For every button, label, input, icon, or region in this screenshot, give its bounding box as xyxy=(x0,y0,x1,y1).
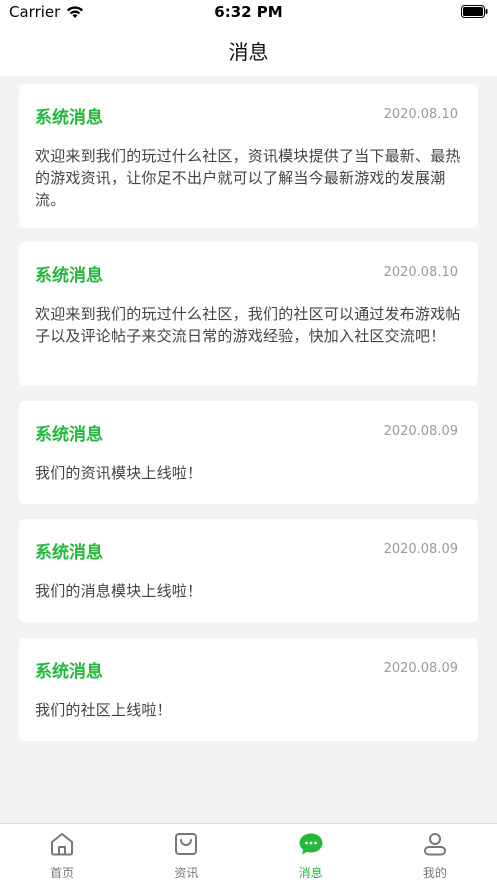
tab-bar: 首页 资讯 消息 我的 xyxy=(0,823,497,884)
tab-news[interactable]: 资讯 xyxy=(124,824,248,884)
message-list[interactable]: 系统消息 2020.08.10 欢迎来到我们的玩过什么社区，资讯模块提供了当下最… xyxy=(0,76,497,823)
navigation-bar: 消息 xyxy=(0,26,497,76)
message-body: 我们的消息模块上线啦！ xyxy=(35,582,203,600)
message-card[interactable]: 系统消息 2020.08.09 我们的资讯模块上线啦！ xyxy=(19,401,478,504)
message-body: 欢迎来到我们的玩过什么社区，我们的社区可以通过发布游戏帖子以及评论帖子来交流日常… xyxy=(35,305,461,345)
tab-label: 消息 xyxy=(298,866,323,880)
news-bag-icon xyxy=(175,833,198,855)
message-body: 欢迎来到我们的玩过什么社区，资讯模块提供了当下最新、最热的游戏资讯，让你足不出户… xyxy=(35,147,461,209)
message-card[interactable]: 系统消息 2020.08.09 我们的社区上线啦！ xyxy=(19,638,478,741)
home-icon xyxy=(51,833,74,856)
status-bar: Carrier 6:32 PM xyxy=(0,0,497,26)
profile-icon xyxy=(423,833,446,856)
page-title: 消息 xyxy=(228,40,269,64)
status-time: 6:32 PM xyxy=(214,3,283,21)
message-title: 系统消息 xyxy=(35,662,103,682)
message-card[interactable]: 系统消息 2020.08.10 欢迎来到我们的玩过什么社区，资讯模块提供了当下最… xyxy=(19,84,478,228)
message-body: 我们的社区上线啦！ xyxy=(35,701,172,719)
message-card[interactable]: 系统消息 2020.08.09 我们的消息模块上线啦！ xyxy=(19,519,478,622)
message-title: 系统消息 xyxy=(35,266,103,286)
tab-profile[interactable]: 我的 xyxy=(373,824,497,884)
message-title: 系统消息 xyxy=(35,108,103,128)
message-date: 2020.08.09 xyxy=(383,542,458,557)
tab-home[interactable]: 首页 xyxy=(0,824,124,884)
tab-messages[interactable]: 消息 xyxy=(249,824,373,884)
tab-label: 我的 xyxy=(422,866,447,880)
message-date: 2020.08.10 xyxy=(383,265,458,280)
tab-label: 资讯 xyxy=(174,866,199,880)
message-body: 我们的资讯模块上线啦！ xyxy=(35,464,203,482)
message-card[interactable]: 系统消息 2020.08.10 欢迎来到我们的玩过什么社区，我们的社区可以通过发… xyxy=(19,242,478,386)
message-title: 系统消息 xyxy=(35,425,103,445)
message-date: 2020.08.09 xyxy=(383,661,458,676)
message-title: 系统消息 xyxy=(35,543,103,563)
message-date: 2020.08.10 xyxy=(383,107,458,122)
tab-label: 首页 xyxy=(50,866,75,880)
message-bubble-icon xyxy=(299,833,323,855)
battery-icon xyxy=(461,5,488,18)
message-date: 2020.08.09 xyxy=(383,424,458,439)
